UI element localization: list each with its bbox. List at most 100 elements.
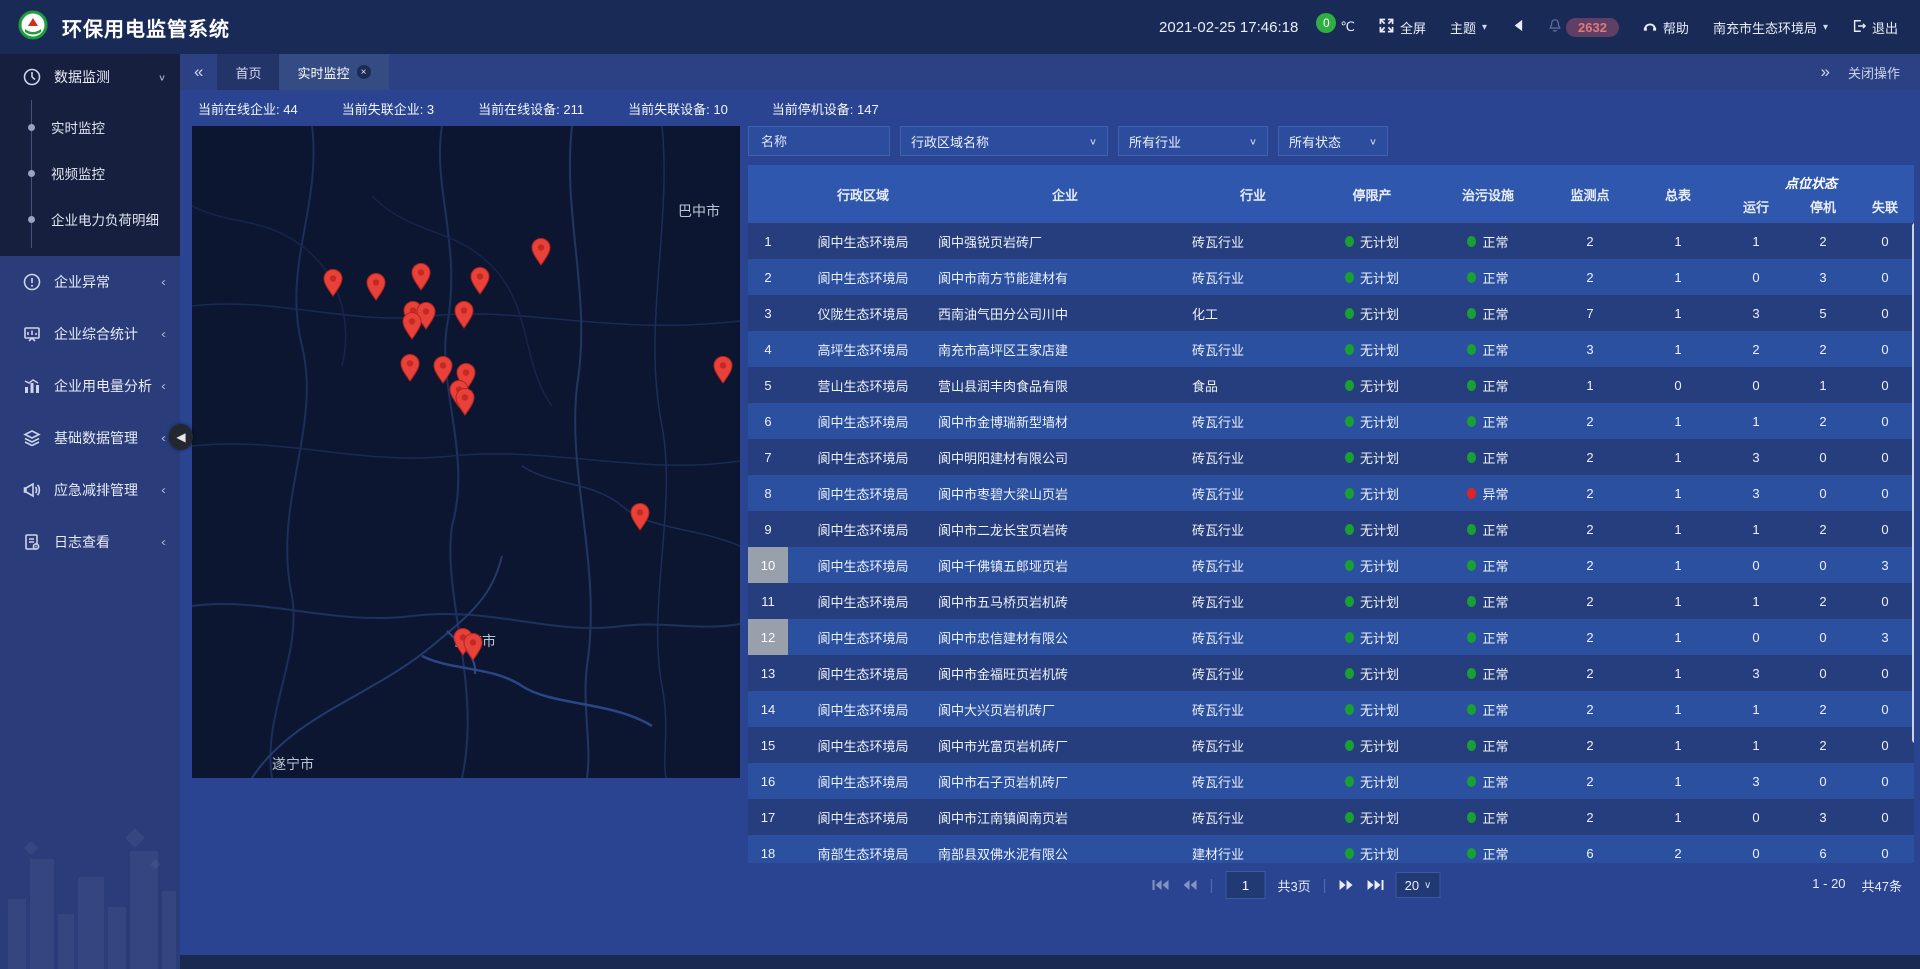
page-size-select[interactable]: 20 ∨ <box>1396 872 1441 898</box>
cell-points: 2 <box>1546 475 1634 511</box>
cell-running: 3 <box>1722 475 1790 511</box>
table-row[interactable]: 15 阆中生态环境局 阆中市光富页岩机砖厂 砖瓦行业 无计划 正常 2 1 1 … <box>748 727 1914 763</box>
cell-stopped: 0 <box>1790 763 1856 799</box>
last-page-icon[interactable] <box>1367 879 1384 891</box>
close-operations-button[interactable]: 关闭操作 <box>1848 63 1900 82</box>
table-row[interactable]: 2 阆中生态环境局 阆中市南方节能建材有 砖瓦行业 无计划 正常 2 1 0 3… <box>748 259 1914 295</box>
sound-button[interactable] <box>1511 19 1524 35</box>
row-number: 17 <box>748 799 788 835</box>
map-panel[interactable]: 巴中市南充市遂宁市 <box>192 126 740 778</box>
table-scrollbar[interactable] <box>1912 223 1914 743</box>
table-row[interactable]: 9 阆中生态环境局 阆中市二龙长宝页岩砖 砖瓦行业 无计划 正常 2 1 1 2… <box>748 511 1914 547</box>
notification-badge[interactable]: 2632 <box>1566 18 1619 37</box>
industry-filter-select[interactable]: 所有行业 ∨ <box>1118 126 1268 156</box>
cell-region: 阆中生态环境局 <box>788 799 938 835</box>
cell-points: 2 <box>1546 439 1634 475</box>
page-number-input[interactable] <box>1225 871 1265 899</box>
tabs-scroll-left-icon[interactable]: « <box>180 62 217 82</box>
log-icon <box>22 532 42 552</box>
table-row[interactable]: 1 阆中生态环境局 阆中强锐页岩砖厂 砖瓦行业 无计划 正常 2 1 1 2 0 <box>748 223 1914 259</box>
theme-button[interactable]: 主题 ▾ <box>1450 18 1487 37</box>
sidebar-group-2[interactable]: 企业综合统计 ‹ <box>0 308 180 360</box>
table-row[interactable]: 6 阆中生态环境局 阆中市金博瑞新型墙材 砖瓦行业 无计划 正常 2 1 1 2… <box>748 403 1914 439</box>
table-row[interactable]: 14 阆中生态环境局 阆中大兴页岩机砖厂 砖瓦行业 无计划 正常 2 1 1 2… <box>748 691 1914 727</box>
cell-running: 1 <box>1722 727 1790 763</box>
name-filter-input[interactable] <box>759 133 879 150</box>
cell-facility-status: 正常 <box>1430 439 1546 475</box>
app-header: 环保用电监管系统 2021-02-25 17:46:18 0 ℃ 全屏 主题 ▾ <box>0 0 1920 54</box>
table-row[interactable]: 18 南部生态环境局 南部县双佛水泥有限公 建材行业 无计划 正常 6 2 0 … <box>748 835 1914 863</box>
table-row[interactable]: 10 阆中生态环境局 阆中千佛镇五郎垭页岩 砖瓦行业 无计划 正常 2 1 0 … <box>748 547 1914 583</box>
cell-region: 阆中生态环境局 <box>788 511 938 547</box>
cell-industry: 砖瓦行业 <box>1192 439 1314 475</box>
cell-company: 西南油气田分公司川中 <box>938 295 1192 331</box>
sidebar-item[interactable]: 视频监控 <box>0 150 180 196</box>
status-dot-icon <box>1467 776 1476 787</box>
cell-points: 2 <box>1546 583 1634 619</box>
tab-realtime-monitor[interactable]: 实时监控 × <box>279 54 388 90</box>
cell-industry: 砖瓦行业 <box>1192 763 1314 799</box>
tab-home[interactable]: 首页 <box>217 54 279 90</box>
help-button[interactable]: 帮助 <box>1643 18 1689 37</box>
cell-offline: 0 <box>1856 799 1914 835</box>
status-dot-icon <box>1467 560 1476 571</box>
next-page-icon[interactable] <box>1339 879 1355 891</box>
cell-points: 2 <box>1546 223 1634 259</box>
sidebar-group-3[interactable]: 企业用电量分析 ‹ <box>0 360 180 412</box>
close-icon[interactable]: × <box>357 65 371 79</box>
bar-chart-icon <box>22 376 42 396</box>
status-filter-select[interactable]: 所有状态 ∨ <box>1278 126 1388 156</box>
cell-company: 阆中市石子页岩机砖厂 <box>938 763 1192 799</box>
sidebar-item[interactable]: 实时监控 <box>0 104 180 150</box>
cell-facility-status: 正常 <box>1430 583 1546 619</box>
cell-region: 阆中生态环境局 <box>788 475 938 511</box>
page: 环保用电监管系统 2021-02-25 17:46:18 0 ℃ 全屏 主题 ▾ <box>0 0 1920 969</box>
status-dot-icon <box>1467 272 1476 283</box>
sidebar-item[interactable]: 企业电力负荷明细 <box>0 196 180 242</box>
cell-company: 南部县双佛水泥有限公 <box>938 835 1192 863</box>
cell-industry: 食品 <box>1192 367 1314 403</box>
sidebar: 数据监测 ∨ 实时监控 视频监控 企业电力负荷明细 <box>0 54 180 969</box>
table-row[interactable]: 11 阆中生态环境局 阆中市五马桥页岩机砖 砖瓦行业 无计划 正常 2 1 1 … <box>748 583 1914 619</box>
sidebar-group-4[interactable]: 基础数据管理 ‹ <box>0 412 180 464</box>
tabs-scroll-right-icon[interactable]: » <box>1821 62 1830 82</box>
first-page-icon[interactable] <box>1153 879 1170 891</box>
stat-item: 当前失联企业: 3 <box>342 99 434 118</box>
cell-region: 阆中生态环境局 <box>788 691 938 727</box>
cell-stopped: 3 <box>1790 799 1856 835</box>
row-number: 10 <box>748 547 788 583</box>
fullscreen-button[interactable]: 全屏 <box>1379 18 1426 37</box>
sidebar-group-6[interactable]: 日志查看 ‹ <box>0 516 180 568</box>
table-row[interactable]: 4 高坪生态环境局 南充市高坪区王家店建 砖瓦行业 无计划 正常 3 1 2 2… <box>748 331 1914 367</box>
table-row[interactable]: 7 阆中生态环境局 阆中明阳建材有限公司 砖瓦行业 无计划 正常 2 1 3 0… <box>748 439 1914 475</box>
logout-button[interactable]: 退出 <box>1852 18 1898 37</box>
cell-points: 2 <box>1546 511 1634 547</box>
sidebar-group-5[interactable]: 应急减排管理 ‹ <box>0 464 180 516</box>
region-filter-select[interactable]: 行政区域名称 ∨ <box>900 126 1108 156</box>
table-row[interactable]: 16 阆中生态环境局 阆中市石子页岩机砖厂 砖瓦行业 无计划 正常 2 1 3 … <box>748 763 1914 799</box>
cell-stopped: 0 <box>1790 439 1856 475</box>
map-collapse-handle[interactable]: ◀ <box>169 424 193 450</box>
cell-industry: 化工 <box>1192 295 1314 331</box>
cell-stopped: 1 <box>1790 367 1856 403</box>
stat-item: 当前失联设备: 10 <box>628 99 728 118</box>
cell-stop-status: 无计划 <box>1314 295 1430 331</box>
cell-meters: 1 <box>1634 475 1722 511</box>
table-row[interactable]: 3 仪陇生态环境局 西南油气田分公司川中 化工 无计划 正常 7 1 3 5 0 <box>748 295 1914 331</box>
sidebar-group-1[interactable]: 企业异常 ‹ <box>0 256 180 308</box>
notification-area[interactable]: 2632 <box>1548 18 1619 37</box>
table-row[interactable]: 13 阆中生态环境局 阆中市金福旺页岩机砖 砖瓦行业 无计划 正常 2 1 3 … <box>748 655 1914 691</box>
prev-page-icon[interactable] <box>1182 879 1198 891</box>
table-row[interactable]: 5 营山生态环境局 营山县润丰肉食品有限 食品 无计划 正常 1 0 0 1 0 <box>748 367 1914 403</box>
table-row[interactable]: 17 阆中生态环境局 阆中市江南镇阆南页岩 砖瓦行业 无计划 正常 2 1 0 … <box>748 799 1914 835</box>
name-filter-field[interactable] <box>748 126 890 156</box>
sidebar-group-0[interactable]: 数据监测 ∨ <box>0 54 180 100</box>
org-menu[interactable]: 南充市生态环境局 ▾ <box>1713 18 1828 37</box>
cell-company: 阆中明阳建材有限公司 <box>938 439 1192 475</box>
cell-meters: 1 <box>1634 439 1722 475</box>
cell-offline: 0 <box>1856 691 1914 727</box>
cell-region: 高坪生态环境局 <box>788 331 938 367</box>
table-row[interactable]: 8 阆中生态环境局 阆中市枣碧大梁山页岩 砖瓦行业 无计划 异常 2 1 3 0… <box>748 475 1914 511</box>
temperature-widget: 0 ℃ <box>1316 19 1355 35</box>
table-row[interactable]: 12 阆中生态环境局 阆中市忠信建材有限公 砖瓦行业 无计划 正常 2 1 0 … <box>748 619 1914 655</box>
